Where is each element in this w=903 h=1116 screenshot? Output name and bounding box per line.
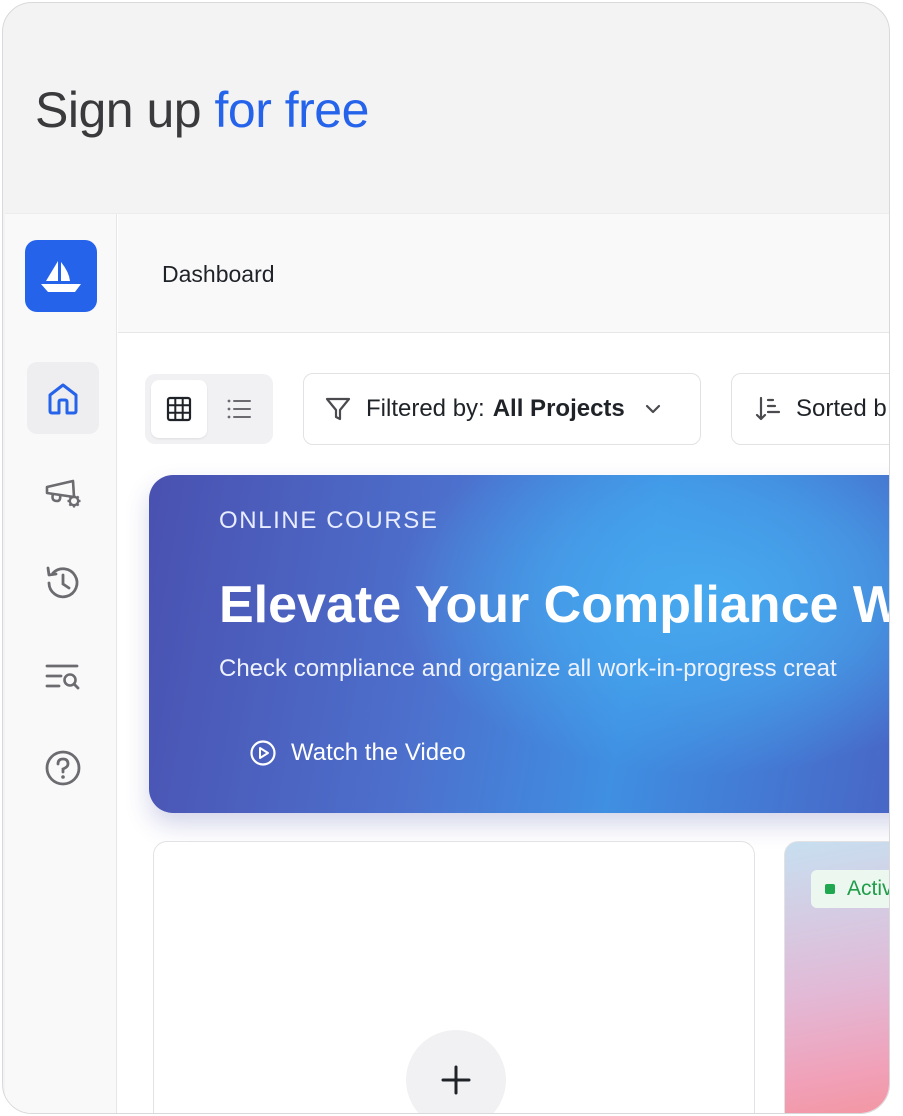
topbar: Dashboard bbox=[118, 214, 889, 333]
sort-label: Sorted b bbox=[796, 395, 887, 422]
filter-value: All Projects bbox=[492, 395, 625, 422]
headline: Sign up for free bbox=[35, 81, 369, 139]
sidebar-item-search[interactable] bbox=[27, 640, 99, 712]
grid-view-button[interactable] bbox=[151, 380, 207, 438]
list-view-button[interactable] bbox=[211, 380, 267, 438]
main-content: Filtered by: All Projects Sorted b ONLIN… bbox=[118, 334, 890, 1113]
status-dot bbox=[825, 884, 835, 894]
page-title: Dashboard bbox=[162, 261, 275, 287]
headline-accent: for free bbox=[214, 82, 370, 138]
boat-logo-icon bbox=[41, 261, 81, 292]
banner-subtitle: Check compliance and organize all work-i… bbox=[219, 655, 837, 682]
app-window: Dashboard Filtered by: All Projects Sort… bbox=[5, 213, 890, 1113]
banner-eyebrow: ONLINE COURSE bbox=[219, 507, 439, 534]
campaign-settings-icon bbox=[45, 479, 81, 508]
view-toggle bbox=[145, 374, 273, 444]
search-list-icon bbox=[45, 664, 80, 690]
boat-logo[interactable] bbox=[25, 240, 97, 312]
new-project-card[interactable] bbox=[153, 841, 755, 1113]
sidebar-item-home[interactable] bbox=[27, 362, 99, 434]
sidebar-item-help[interactable] bbox=[27, 732, 99, 804]
sidebar bbox=[5, 214, 117, 1113]
course-banner: ONLINE COURSE Elevate Your Compliance W … bbox=[149, 475, 890, 813]
sidebar-item-campaigns[interactable] bbox=[27, 455, 99, 527]
home-icon bbox=[48, 383, 78, 415]
headline-prefix: Sign up bbox=[35, 82, 202, 138]
chevron-down-icon bbox=[645, 404, 660, 414]
grid-icon bbox=[166, 396, 192, 422]
status-label: Activ bbox=[847, 877, 890, 900]
filter-icon bbox=[325, 397, 351, 421]
status-badge: Activ bbox=[811, 870, 890, 908]
banner-title: Elevate Your Compliance W bbox=[219, 576, 890, 634]
list-icon bbox=[227, 399, 251, 419]
play-circle-icon bbox=[250, 740, 276, 766]
filter-dropdown[interactable]: Filtered by: All Projects bbox=[303, 373, 701, 445]
sort-icon bbox=[755, 396, 781, 421]
history-icon bbox=[46, 566, 79, 599]
plus-icon bbox=[441, 1065, 471, 1095]
sort-dropdown[interactable]: Sorted b bbox=[731, 373, 889, 445]
filter-label: Filtered by: bbox=[366, 395, 485, 422]
watch-video-button[interactable]: Watch the Video bbox=[249, 739, 466, 767]
watch-video-label: Watch the Video bbox=[291, 739, 466, 766]
help-icon bbox=[45, 750, 81, 786]
promo-frame: Sign up for free Dashboard Filtered by: … bbox=[2, 2, 890, 1114]
sidebar-item-history[interactable] bbox=[27, 547, 99, 619]
project-card[interactable]: Activ bbox=[784, 841, 890, 1113]
add-project-button[interactable] bbox=[406, 1030, 506, 1113]
